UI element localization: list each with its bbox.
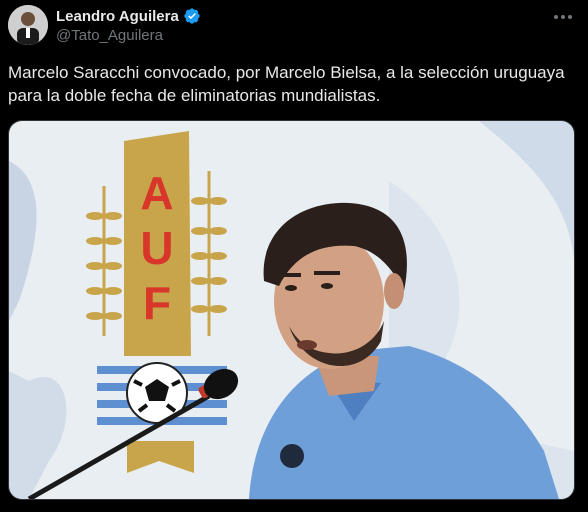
press-conference-photo: A U F	[9, 121, 574, 499]
more-options-button[interactable]	[552, 8, 574, 26]
logo-letter-a: A	[140, 167, 173, 219]
logo-letter-u: U	[140, 222, 173, 274]
author-display-name[interactable]: Leandro Aguilera	[56, 8, 179, 25]
avatar-image	[8, 5, 48, 45]
avatar[interactable]	[8, 5, 48, 45]
tweet-card[interactable]: Leandro Aguilera @Tato_Aguilera Marcelo …	[0, 0, 588, 512]
verified-badge-icon	[183, 7, 201, 25]
logo-letter-f: F	[143, 277, 171, 329]
author-handle[interactable]: @Tato_Aguilera	[56, 27, 163, 44]
tweet-text: Marcelo Saracchi convocado, por Marcelo …	[8, 63, 565, 105]
more-horizontal-icon	[554, 15, 572, 19]
tweet-media-photo[interactable]: A U F	[8, 120, 575, 500]
